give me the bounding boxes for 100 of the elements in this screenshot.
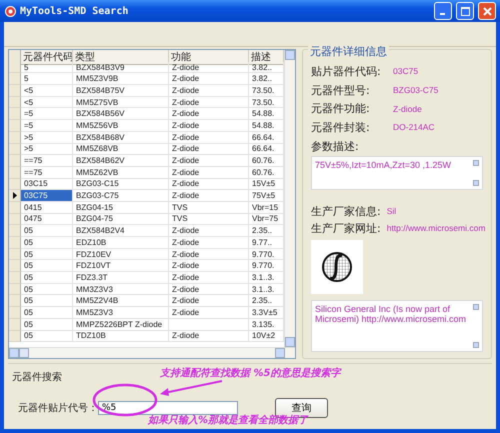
column-header[interactable]: 类型	[73, 50, 169, 65]
table-cell: =5	[21, 108, 73, 120]
table-cell: BZX584B2V4	[73, 225, 169, 237]
field-label: 生产厂家网址:	[311, 220, 381, 236]
table-cell: =5	[21, 120, 73, 132]
table-cell: EDZ10B	[73, 237, 169, 249]
table-cell: 05	[21, 248, 73, 260]
field-value: Sil	[386, 206, 396, 216]
table-cell: ==75	[21, 166, 73, 179]
table-cell: TDZ10B	[73, 330, 169, 342]
table-cell: 5	[21, 62, 73, 74]
table-cell: Z-diode	[169, 132, 249, 144]
column-header[interactable]: 描述	[249, 50, 284, 65]
table-cell: <5	[21, 96, 73, 108]
table-cell: BZG03-C15	[73, 178, 169, 190]
table-cell: BZX584B75V	[73, 85, 169, 97]
field-label: 生产厂家信息:	[311, 204, 381, 219]
table-cell: Z-diode	[169, 190, 249, 202]
table-cell: Z-diode	[169, 307, 249, 319]
code-input-field[interactable]: %5	[98, 401, 238, 415]
table-cell: MM3Z3V3	[73, 284, 169, 296]
field-value: http://www.microsemi.com	[386, 223, 486, 234]
close-icon	[482, 6, 492, 16]
group-title: 元器件搜索	[12, 370, 62, 384]
table-cell: MM5Z2V4B	[73, 295, 169, 308]
field-label: 元器件型号:	[311, 82, 371, 98]
panel-title: 元器件详细信息	[308, 44, 389, 59]
maximize-icon	[460, 6, 470, 16]
table-cell: Z-diode	[169, 73, 249, 86]
table-cell: Z-diode	[169, 225, 249, 237]
field-label: 参数描述:	[311, 138, 359, 154]
maximize-button[interactable]	[456, 2, 474, 20]
table-cell: 0415	[21, 202, 73, 214]
description-box[interactable]: 75V±5%,Izt=10mA,Zzt=30 ,1.25W	[311, 156, 483, 190]
table-cell: 05	[21, 318, 73, 330]
table-cell: Z-diode	[169, 272, 249, 284]
table-cell: Z-diode	[169, 85, 249, 97]
table-cell: MM5Z75VB	[73, 96, 169, 108]
app-icon	[5, 6, 16, 16]
field-value: 03C75	[393, 66, 418, 76]
table-cell: BZX584B3V9	[73, 62, 169, 74]
table-cell: 05	[21, 295, 73, 308]
field-value: BZG03-C75	[393, 85, 438, 96]
table-cell: FDZ3.3T	[73, 272, 169, 284]
table-cell: 5	[21, 73, 73, 86]
table-cell: Z-diode	[169, 62, 249, 74]
table-cell: 05	[21, 237, 73, 249]
field-value: Z-diode	[393, 104, 422, 114]
close-button[interactable]	[478, 2, 496, 20]
window-title: MyTools-SMD Search	[20, 6, 130, 16]
table-cell: TVS	[169, 214, 249, 226]
table-cell: >5	[21, 132, 73, 144]
minimize-button[interactable]	[434, 2, 452, 20]
vertical-scrollbar[interactable]	[284, 50, 295, 347]
table-cell: Z-diode	[169, 108, 249, 120]
table-cell: MM5Z62VB	[73, 166, 169, 179]
table-cell: MMPZ5226BPT Z-diode	[73, 318, 169, 330]
horizontal-scrollbar[interactable]	[9, 347, 295, 358]
table-cell: FDZ10EV	[73, 248, 169, 260]
table-cell: 05	[21, 330, 73, 342]
table-cell: Z-diode	[169, 178, 249, 190]
table-cell: Z-diode	[169, 295, 249, 308]
table-cell: MM5Z56VB	[73, 120, 169, 132]
table-cell: Z-diode	[169, 144, 249, 156]
table-cell: MM5Z3V3	[73, 307, 169, 319]
field-label: 元器件贴片代号：	[18, 402, 98, 415]
logo-image	[311, 240, 363, 294]
table-cell: >5	[21, 144, 73, 156]
field-label: 元器件封装:	[311, 120, 371, 135]
table-cell: BZG04-75	[73, 214, 169, 226]
table-cell: ==75	[21, 155, 73, 167]
column-header[interactable]: 功能	[169, 50, 249, 65]
table-cell: BZX584B68V	[73, 132, 169, 144]
field-label: 贴片器件代码:	[311, 64, 382, 79]
table-cell: 0475	[21, 214, 73, 226]
table-cell: Z-diode	[169, 248, 249, 260]
table-cell: Z-diode	[169, 96, 249, 108]
table-cell: BZG03-C75	[73, 190, 169, 202]
row-header[interactable]	[9, 190, 21, 202]
annotation-arrow	[158, 379, 224, 399]
table-cell: 05	[21, 307, 73, 319]
annotation-text: 支持通配符查找数据 %5的意思是搜索字	[160, 366, 340, 380]
field-label: 元器件功能:	[311, 101, 371, 116]
field-value: DO-214AC	[393, 122, 435, 132]
table-cell: BZX584B62V	[73, 155, 169, 167]
table-cell: BZG04-15	[73, 202, 169, 214]
table-cell: Z-diode	[169, 284, 249, 296]
table-cell: Z-diode	[169, 237, 249, 249]
table-cell: 05	[21, 225, 73, 237]
table-cell: <5	[21, 85, 73, 97]
table-cell: 05	[21, 260, 73, 272]
table-cell: TVS	[169, 202, 249, 214]
table-cell: MM5Z68VB	[73, 144, 169, 156]
table-cell: BZX584B56V	[73, 108, 169, 120]
table-cell: Z-diode	[169, 155, 249, 167]
table-cell: FDZ10VT	[73, 260, 169, 272]
table-cell: 03C75	[21, 190, 73, 202]
table-cell: 05	[21, 272, 73, 284]
notes-box[interactable]: Silicon General Inc (Is now part of Microsemi) http://www.microsemi.com	[311, 300, 483, 352]
table-cell: Z-diode	[169, 166, 249, 179]
